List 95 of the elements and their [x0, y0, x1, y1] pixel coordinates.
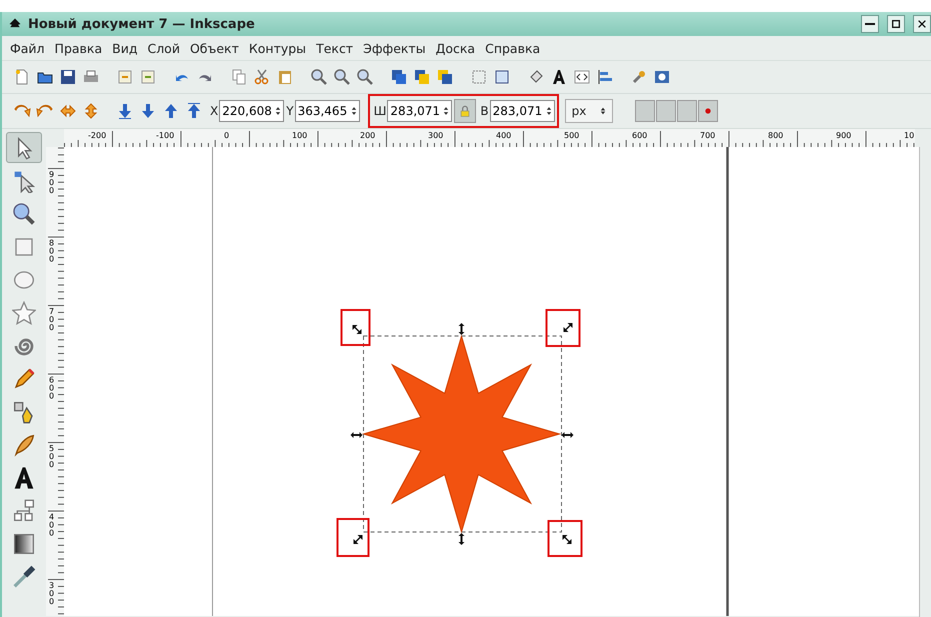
text-icon	[12, 466, 36, 490]
close-icon	[916, 18, 928, 30]
unit-dropdown[interactable]: px	[564, 99, 614, 123]
toggle-button[interactable]	[677, 100, 698, 122]
connector-icon	[12, 498, 36, 522]
ruler-label: 900	[836, 131, 852, 140]
ruler-label: 100	[292, 131, 308, 140]
ruler-label: -200	[88, 131, 106, 140]
minimize-icon	[865, 23, 875, 25]
width-field[interactable]: 283,071	[387, 100, 452, 122]
highlight-box	[336, 518, 370, 557]
ruler-label: 600	[49, 376, 54, 400]
selection-box-icon[interactable]	[493, 68, 511, 86]
field-label: X	[210, 104, 218, 118]
ruler-label: 800	[768, 131, 784, 140]
flip-horizontal-icon[interactable]	[59, 102, 77, 120]
gradient-icon	[12, 532, 36, 556]
node-tool-icon	[12, 168, 36, 192]
menu-item[interactable]: Доска	[432, 38, 480, 58]
ruler-label: 900	[49, 170, 54, 195]
resize-handle[interactable]	[458, 533, 464, 545]
copy-icon[interactable]	[230, 68, 248, 86]
ungroup-icon[interactable]	[436, 68, 454, 86]
ruler-label: 700	[49, 307, 54, 332]
toggle-button[interactable]	[656, 100, 676, 122]
selection-box-icon[interactable]	[470, 68, 488, 86]
ruler-label: 400	[496, 131, 512, 140]
ruler-label: 200	[360, 131, 376, 140]
zoom-icon[interactable]	[356, 68, 374, 86]
dropper-icon	[12, 564, 36, 588]
menu-item[interactable]: Контуры	[244, 38, 310, 58]
clipboard-icon[interactable]	[276, 68, 294, 86]
highlight-box	[340, 309, 370, 346]
arrow-up-icon[interactable]	[162, 102, 180, 120]
scissors-icon[interactable]	[253, 68, 271, 86]
field-label: В	[480, 104, 489, 118]
toggle-button[interactable]	[635, 100, 656, 122]
arrow-down-icon[interactable]	[116, 102, 134, 120]
resize-handle[interactable]	[352, 325, 362, 334]
ruler-label: 0	[224, 131, 230, 140]
rotate-icon[interactable]	[13, 102, 31, 120]
height-field[interactable]: 283,071	[490, 100, 555, 122]
menu-item[interactable]: Текст	[312, 38, 358, 58]
zoom-icon[interactable]	[333, 68, 351, 86]
pencil-icon	[12, 366, 36, 390]
toggle-button[interactable]	[698, 100, 718, 122]
highlight-box	[548, 520, 582, 557]
menu-item[interactable]: Файл	[6, 38, 49, 58]
ruler-label: 500	[49, 444, 54, 469]
maximize-icon	[890, 18, 902, 30]
arrow-up-icon[interactable]	[185, 102, 203, 120]
close-button[interactable]	[913, 15, 931, 33]
resize-handle[interactable]	[350, 432, 362, 438]
arrow-down-icon[interactable]	[139, 102, 157, 120]
minimize-button[interactable]	[861, 15, 879, 33]
ruler-label: 10	[904, 131, 914, 140]
ruler-label: 300	[49, 581, 54, 606]
resize-handle[interactable]	[564, 323, 572, 332]
flip-vertical-icon[interactable]	[82, 102, 100, 120]
window-title: Новый документ 7 — Inkscape	[28, 16, 256, 32]
highlight-box	[546, 309, 580, 347]
ruler-label: -100	[156, 131, 174, 140]
ruler-label: 700	[700, 131, 716, 140]
padlock-icon	[458, 104, 472, 118]
field-label: Ш	[374, 104, 386, 118]
zoom-icon	[12, 202, 36, 226]
resize-handle[interactable]	[562, 432, 574, 438]
rotate-icon[interactable]	[36, 102, 54, 120]
ruler-label: 400	[49, 512, 54, 538]
duplicate-icon[interactable]	[390, 68, 408, 86]
ruler-label: 600	[632, 131, 648, 140]
ruler-label: 300	[428, 131, 444, 140]
drawing-canvas[interactable]	[64, 147, 919, 616]
maximize-button[interactable]	[887, 15, 905, 33]
ruler-label: 500	[564, 131, 580, 140]
menu-item[interactable]: Слой	[143, 38, 184, 58]
star-icon	[12, 300, 36, 324]
zoom-icon[interactable]	[310, 68, 328, 86]
resize-handle[interactable]	[354, 535, 362, 544]
y-field[interactable]: 363,465	[294, 100, 360, 122]
feather-icon	[12, 432, 36, 456]
resize-handle[interactable]	[562, 535, 572, 544]
x-field[interactable]: 220,608	[219, 100, 284, 122]
ruler-label: 800	[49, 238, 54, 264]
group-icon[interactable]	[413, 68, 431, 86]
field-label: Y	[286, 104, 294, 118]
align-icon[interactable]	[596, 68, 614, 86]
menu-item[interactable]: Вид	[108, 38, 142, 58]
menu-item[interactable]: Эффекты	[359, 38, 430, 58]
menu-item[interactable]: Правка	[50, 38, 106, 58]
menu-item[interactable]: Объект	[186, 38, 243, 58]
resize-handle[interactable]	[458, 323, 464, 335]
xml-editor-icon[interactable]	[573, 68, 591, 86]
menu-item[interactable]: Справка	[481, 38, 544, 58]
text-icon[interactable]	[550, 68, 568, 86]
